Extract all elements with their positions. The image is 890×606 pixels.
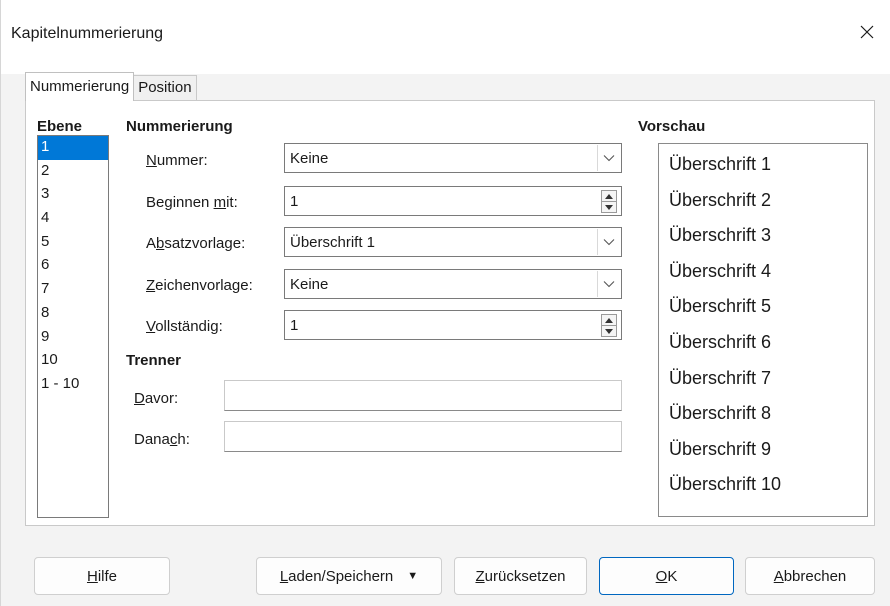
chevron-down-icon[interactable] — [597, 271, 620, 297]
preview-item: Überschrift 4 — [669, 260, 772, 281]
complete-label: Vollständig: — [146, 318, 223, 335]
chevron-down-icon[interactable] — [597, 145, 620, 171]
preview-item: Überschrift 10 — [669, 474, 782, 495]
preview-item: Überschrift 9 — [669, 438, 772, 459]
spin-arrows-icon[interactable] — [601, 190, 617, 213]
spin-down-button[interactable] — [602, 326, 616, 337]
number-label: Nummer: — [146, 152, 208, 169]
close-icon — [860, 25, 874, 39]
after-label: Danach: — [134, 431, 190, 448]
before-label: Davor: — [134, 390, 179, 407]
title-bar: Kapitelnummerierung — [1, 0, 890, 74]
preview-item: Überschrift 7 — [669, 367, 772, 388]
spin-arrows-icon[interactable] — [601, 314, 617, 337]
reset-button[interactable]: Zurücksetzen — [454, 557, 587, 595]
separator-heading: Trenner — [126, 352, 182, 369]
after-input[interactable] — [224, 421, 622, 452]
character-style-combobox[interactable]: Keine — [284, 269, 622, 299]
level-list-item[interactable]: 1 - 10 — [38, 373, 108, 397]
complete-spinbox[interactable]: 1 — [284, 310, 622, 340]
close-button[interactable] — [844, 16, 890, 48]
tab-position[interactable]: Position — [133, 75, 197, 101]
cancel-button[interactable]: Abbrechen — [745, 557, 875, 595]
tab-bar: Nummerierung Position — [25, 72, 197, 101]
preview-item: Überschrift 8 — [669, 403, 772, 424]
load-save-button[interactable]: Laden/Speichern ▼ — [256, 557, 442, 595]
spin-down-button[interactable] — [602, 202, 616, 213]
level-list-item[interactable]: 2 — [38, 160, 108, 184]
start-at-spinbox[interactable]: 1 — [284, 186, 622, 216]
character-style-label: Zeichenvorlage: — [146, 277, 253, 294]
preview-item: Überschrift 2 — [669, 189, 772, 210]
level-list-item[interactable]: 4 — [38, 207, 108, 231]
level-list-item[interactable]: 9 — [38, 326, 108, 350]
before-input[interactable] — [224, 380, 622, 411]
paragraph-style-value: Überschrift 1 — [290, 234, 376, 251]
preview-item: Überschrift 5 — [669, 296, 772, 317]
number-combobox[interactable]: Keine — [284, 143, 622, 173]
level-list[interactable]: 1 2 3 4 5 6 7 8 9 10 1 - 10 — [37, 135, 109, 518]
spin-up-button[interactable] — [602, 191, 616, 202]
tab-numbering[interactable]: Nummerierung — [25, 72, 135, 101]
preview-box: Überschrift 1 Überschrift 2 Überschrift 3 Ü… — [658, 143, 868, 517]
complete-value: 1 — [290, 317, 299, 334]
dialog-title: Kapitelnummerierung — [11, 25, 164, 42]
dialog-window: Kapitelnummerierung Nummerierung Positio… — [0, 0, 890, 606]
paragraph-style-combobox[interactable]: Überschrift 1 — [284, 227, 622, 257]
level-list-item[interactable]: 10 — [38, 349, 108, 373]
preview-heading: Vorschau — [638, 118, 706, 135]
spin-up-button[interactable] — [602, 315, 616, 326]
numbering-heading: Nummerierung — [126, 118, 233, 135]
chevron-down-icon[interactable] — [597, 229, 620, 255]
level-list-item[interactable]: 5 — [38, 231, 108, 255]
level-list-item[interactable]: 8 — [38, 302, 108, 326]
level-heading: Ebene — [37, 118, 83, 135]
paragraph-style-label: Absatzvorlage: — [146, 235, 246, 252]
start-at-label: Beginnen mit: — [146, 194, 238, 211]
level-list-item[interactable]: 6 — [38, 254, 108, 278]
level-list-item[interactable]: 1 — [38, 136, 108, 160]
preview-item: Überschrift 3 — [669, 225, 772, 246]
level-list-item[interactable]: 7 — [38, 278, 108, 302]
preview-item: Überschrift 6 — [669, 331, 772, 352]
start-at-value: 1 — [290, 193, 299, 210]
help-button[interactable]: Hilfe — [34, 557, 170, 595]
caret-down-icon: ▼ — [407, 570, 419, 582]
numbering-panel: Ebene 1 2 3 4 5 6 7 8 9 10 1 - 10 Nummerierung Num… — [25, 100, 875, 526]
level-list-item[interactable]: 3 — [38, 183, 108, 207]
ok-button[interactable]: OK — [599, 557, 734, 595]
number-value: Keine — [290, 150, 329, 167]
preview-item: Überschrift 1 — [669, 154, 772, 174]
character-style-value: Keine — [290, 276, 329, 293]
